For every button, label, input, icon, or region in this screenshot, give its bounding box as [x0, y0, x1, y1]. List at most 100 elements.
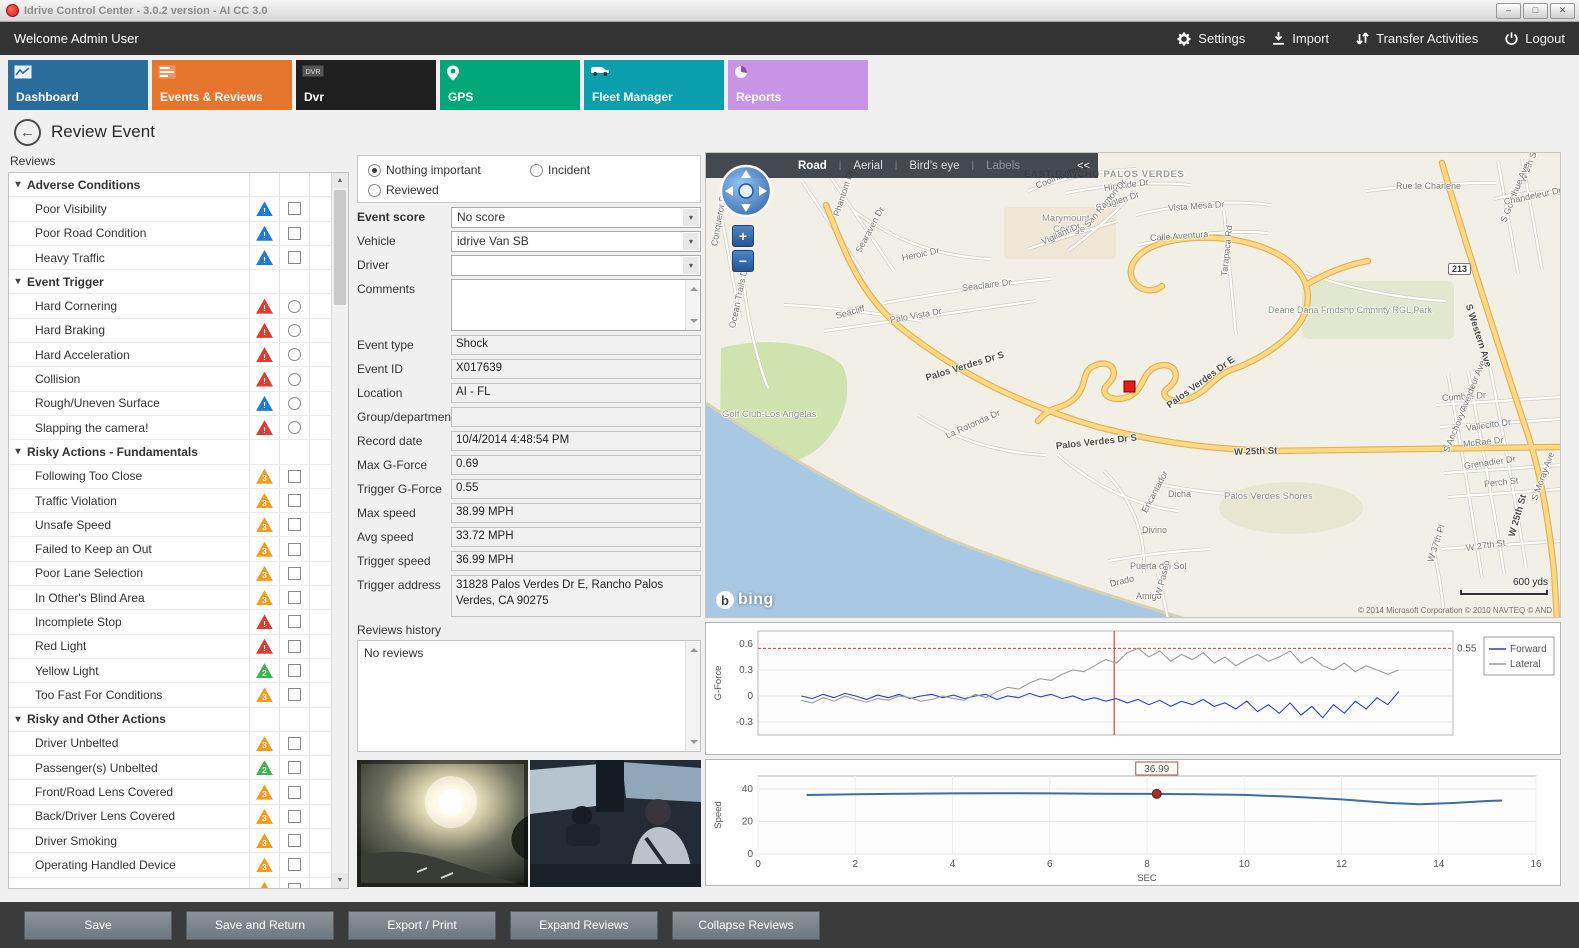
textarea-scrollbar[interactable]: [685, 280, 700, 330]
classification-option-incident[interactable]: Incident: [530, 163, 590, 177]
review-item-checkbox[interactable]: [288, 737, 301, 750]
review-item-checkbox[interactable]: [288, 664, 301, 677]
review-item-radio[interactable]: [288, 421, 301, 434]
collapse-reviews-button[interactable]: Collapse Reviews: [672, 911, 820, 940]
expand-arrow-icon[interactable]: ▾: [9, 446, 27, 457]
review-item-row[interactable]: Failed to Keep an Out3: [9, 537, 331, 561]
review-item-checkbox[interactable]: [288, 883, 301, 888]
review-item-row[interactable]: Slapping the camera!!: [9, 416, 331, 440]
classification-option-nothing-important[interactable]: Nothing important: [368, 163, 481, 177]
review-item-checkbox[interactable]: [288, 640, 301, 653]
review-group-row[interactable]: ▾Adverse Conditions: [9, 173, 331, 197]
review-item-row[interactable]: Passenger(s) Unbelted2: [9, 756, 331, 780]
review-item-radio[interactable]: [288, 397, 301, 410]
review-item-row[interactable]: Unsafe Speed3: [9, 513, 331, 537]
review-item-checkbox[interactable]: [288, 470, 301, 483]
review-item-row[interactable]: Rough/Uneven Surface!: [9, 392, 331, 416]
tab-reports[interactable]: Reports: [728, 60, 868, 110]
expand-arrow-icon[interactable]: ▾: [9, 276, 27, 287]
review-item-row[interactable]: In Other's Blind Area3: [9, 586, 331, 610]
zoom-in-button[interactable]: +: [732, 225, 754, 247]
review-item-checkbox[interactable]: [288, 543, 301, 556]
reviews-history-scrollbar[interactable]: [685, 641, 700, 751]
review-item-row[interactable]: Red Light!: [9, 635, 331, 659]
scroll-down-icon[interactable]: ▼: [332, 873, 348, 888]
zoom-out-button[interactable]: −: [732, 250, 754, 272]
scrollbar-thumb[interactable]: [334, 190, 346, 305]
review-group-row[interactable]: ▾Risky Actions - Fundamentals: [9, 440, 331, 464]
review-item-row[interactable]: Hard Cornering!: [9, 294, 331, 318]
review-item-checkbox[interactable]: [288, 858, 301, 871]
tab-dvr[interactable]: DVRDvr: [296, 60, 436, 110]
review-item-checkbox[interactable]: [288, 810, 301, 823]
transfer-button[interactable]: Transfer Activities: [1355, 31, 1478, 46]
review-item-row[interactable]: Back/Driver Lens Covered3: [9, 805, 331, 829]
radio-reviewed[interactable]: [368, 184, 381, 197]
review-item-checkbox[interactable]: [288, 518, 301, 531]
review-item-checkbox[interactable]: [288, 227, 301, 240]
review-item-row[interactable]: 3: [9, 878, 331, 888]
reviews-history-box[interactable]: No reviews: [357, 640, 701, 752]
map-view-labels[interactable]: Labels: [986, 160, 1020, 172]
review-item-row[interactable]: Incomplete Stop!: [9, 610, 331, 634]
map-compass-control[interactable]: [718, 163, 774, 222]
cabin-camera-thumbnail[interactable]: [530, 760, 701, 887]
review-item-checkbox[interactable]: [288, 688, 301, 701]
review-item-radio[interactable]: [288, 348, 301, 361]
map-view-bird-s-eye[interactable]: Bird's eye: [909, 160, 959, 172]
reviews-tree[interactable]: ▾Adverse ConditionsPoor Visibility! Poor …: [9, 173, 331, 888]
minimize-button[interactable]: –: [1496, 3, 1521, 19]
review-item-row[interactable]: Traffic Violation3: [9, 489, 331, 513]
review-item-row[interactable]: Hard Acceleration!: [9, 343, 331, 367]
map-view-aerial[interactable]: Aerial: [853, 160, 882, 172]
review-item-row[interactable]: Hard Braking!: [9, 319, 331, 343]
review-item-checkbox[interactable]: [288, 494, 301, 507]
close-button[interactable]: ✕: [1550, 3, 1575, 19]
import-button[interactable]: Import: [1271, 31, 1329, 46]
review-item-radio[interactable]: [288, 373, 301, 386]
tab-fleet[interactable]: Fleet Manager: [584, 60, 724, 110]
expand-arrow-icon[interactable]: ▾: [9, 179, 27, 190]
road-camera-thumbnail[interactable]: [357, 760, 528, 887]
tab-events[interactable]: Events & Reviews: [152, 60, 292, 110]
review-item-row[interactable]: Following Too Close3: [9, 465, 331, 489]
back-button[interactable]: ←: [14, 119, 41, 146]
review-item-checkbox[interactable]: [288, 786, 301, 799]
maximize-button[interactable]: □: [1523, 3, 1548, 19]
save-button[interactable]: Save: [24, 911, 172, 940]
review-item-row[interactable]: Driver Smoking3: [9, 829, 331, 853]
review-item-row[interactable]: Too Fast For Conditions3: [9, 683, 331, 707]
review-item-row[interactable]: Heavy Traffic!: [9, 246, 331, 270]
review-item-row[interactable]: Poor Visibility!: [9, 197, 331, 221]
tab-gps[interactable]: GPS: [440, 60, 580, 110]
map-collapse-button[interactable]: <<: [1077, 160, 1090, 172]
review-item-row[interactable]: Yellow Light2: [9, 659, 331, 683]
review-item-checkbox[interactable]: [288, 591, 301, 604]
vehicle-select[interactable]: idrive Van SB▾: [451, 231, 701, 252]
review-item-checkbox[interactable]: [288, 615, 301, 628]
classification-option-reviewed[interactable]: Reviewed: [368, 183, 439, 197]
radio-nothing-important[interactable]: [368, 164, 381, 177]
scroll-up-icon[interactable]: ▲: [332, 173, 348, 188]
review-group-row[interactable]: ▾Event Trigger: [9, 270, 331, 294]
reviews-scrollbar[interactable]: ▲ ▼: [331, 173, 348, 888]
review-item-row[interactable]: Operating Handled Device3: [9, 853, 331, 877]
map-view-road[interactable]: Road: [798, 160, 827, 172]
driver-select[interactable]: ▾: [451, 255, 701, 276]
expand-reviews-button[interactable]: Expand Reviews: [510, 911, 658, 940]
review-item-row[interactable]: Front/Road Lens Covered3: [9, 780, 331, 804]
event-location-marker[interactable]: [1124, 381, 1135, 392]
logout-button[interactable]: Logout: [1504, 31, 1565, 46]
review-group-row[interactable]: ▾Risky and Other Actions: [9, 708, 331, 732]
review-item-row[interactable]: Collision!: [9, 367, 331, 391]
radio-incident[interactable]: [530, 164, 543, 177]
save-and-return-button[interactable]: Save and Return: [186, 911, 334, 940]
window-titlebar[interactable]: Idrive Control Center - 3.0.2 version - …: [0, 0, 1579, 22]
settings-button[interactable]: Settings: [1176, 31, 1245, 47]
review-item-checkbox[interactable]: [288, 761, 301, 774]
bing-map[interactable]: EAST RANCHO PALOS VERDESMarymountCollege…: [705, 152, 1561, 618]
review-item-row[interactable]: Poor Lane Selection3: [9, 562, 331, 586]
event-score-select[interactable]: No score▾: [451, 207, 701, 228]
review-item-radio[interactable]: [288, 324, 301, 337]
review-item-checkbox[interactable]: [288, 202, 301, 215]
